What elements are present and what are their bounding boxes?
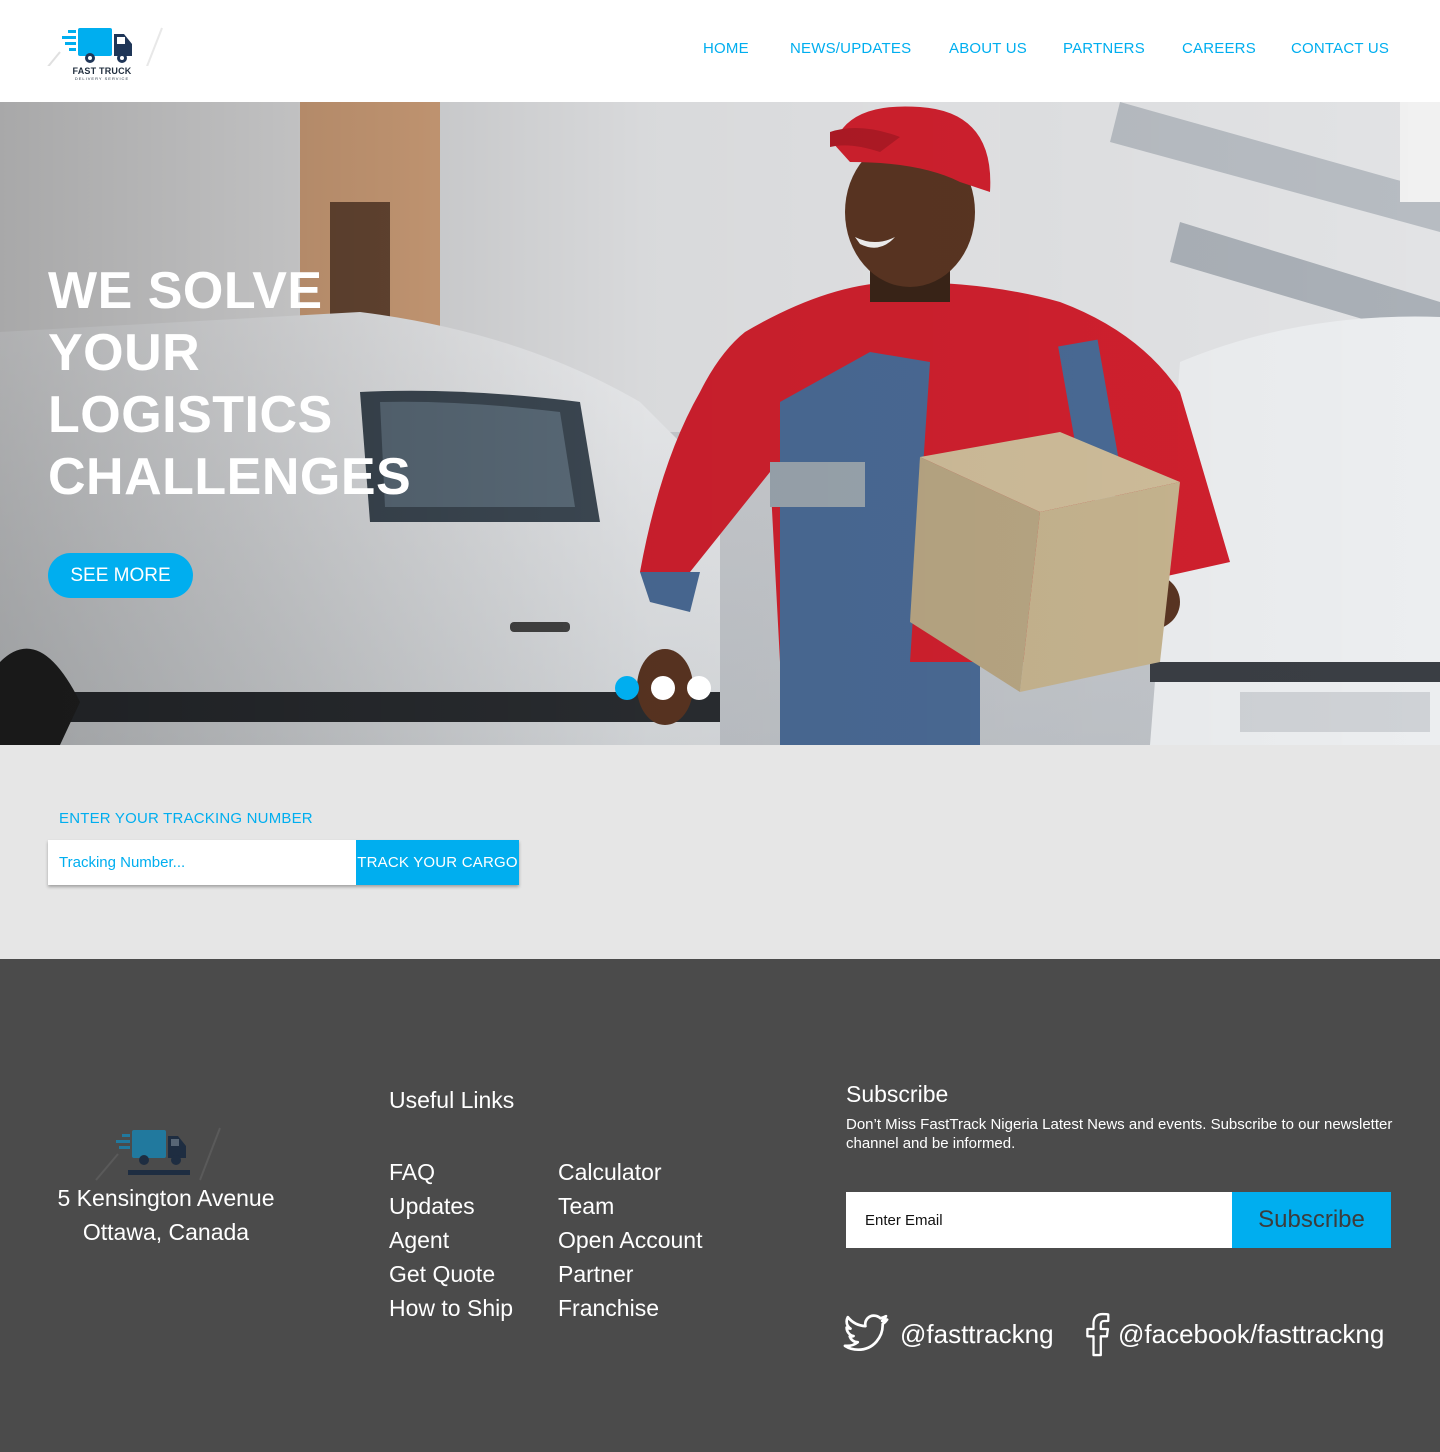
footer-link-calculator[interactable]: Calculator (558, 1155, 703, 1189)
footer-link-get-quote[interactable]: Get Quote (389, 1257, 513, 1291)
footer-link-agent[interactable]: Agent (389, 1223, 513, 1257)
nav-home[interactable]: HOME (703, 40, 749, 57)
useful-links-column-2: Calculator Team Open Account Partner Fra… (558, 1155, 703, 1325)
subscribe-heading: Subscribe (846, 1081, 949, 1107)
tracking-label: ENTER YOUR TRACKING NUMBER (59, 810, 313, 827)
nav-careers[interactable]: CAREERS (1182, 40, 1256, 57)
address-line: Ottawa, Canada (82, 1219, 250, 1245)
nav-partners[interactable]: PARTNERS (1063, 40, 1145, 57)
twitter-icon (843, 1314, 889, 1352)
facebook-handle: @facebook/fasttrackng (1118, 1318, 1385, 1349)
twitter-link[interactable]: @fasttrackng (840, 1309, 1054, 1359)
tracking-form: TRACK YOUR CARGO (48, 840, 519, 885)
address-line: 5 Kensington Avenue (57, 1185, 275, 1211)
footer-link-franchise[interactable]: Franchise (558, 1291, 703, 1325)
carousel-dot-3[interactable] (687, 676, 711, 700)
hero-headline-line: CHALLENGES (48, 448, 412, 506)
nav-contact-us[interactable]: CONTACT US (1291, 40, 1389, 57)
useful-links-heading: Useful Links (389, 1087, 515, 1113)
footer-link-updates[interactable]: Updates (389, 1189, 513, 1223)
footer-link-team[interactable]: Team (558, 1189, 703, 1223)
tracking-section: ENTER YOUR TRACKING NUMBER TRACK YOUR CA… (0, 745, 1440, 959)
twitter-handle: @fasttrackng (900, 1318, 1054, 1349)
hero-headline-line: LOGISTICS (48, 386, 333, 444)
hero-banner: WE SOLVE YOUR LOGISTICS CHALLENGES SEE M… (0, 102, 1440, 745)
footer-address: 5 Kensington Avenue Ottawa, Canada (40, 1181, 292, 1249)
subscribe-description: Don’t Miss FastTrack Nigeria Latest News… (846, 1116, 1393, 1152)
site-header: FAST TRUCK DELIVERY SERVICE HOME NEWS/UP… (0, 0, 1440, 102)
useful-links-column-1: FAQ Updates Agent Get Quote How to Ship (389, 1155, 513, 1325)
track-cargo-button[interactable]: TRACK YOUR CARGO (356, 840, 519, 885)
facebook-icon (1086, 1312, 1110, 1357)
subscribe-email-input[interactable] (846, 1192, 1232, 1248)
carousel-dot-1-active[interactable] (615, 676, 639, 700)
hero-headline-line: YOUR (48, 324, 201, 382)
nav-about-us[interactable]: ABOUT US (949, 40, 1027, 57)
logo-wordmark: FAST TRUCK (72, 66, 132, 76)
fast-truck-logo[interactable]: FAST TRUCK DELIVERY SERVICE (40, 22, 164, 82)
footer-link-open-account[interactable]: Open Account (558, 1223, 703, 1257)
hero-headline-line: WE SOLVE (48, 262, 323, 320)
footer-link-how-to-ship[interactable]: How to Ship (389, 1291, 513, 1325)
facebook-link[interactable]: @facebook/fasttrackng (1082, 1309, 1384, 1359)
footer-link-partner[interactable]: Partner (558, 1257, 703, 1291)
subscribe-button[interactable]: Subscribe (1232, 1192, 1391, 1248)
site-footer: 5 Kensington Avenue Ottawa, Canada Usefu… (0, 959, 1440, 1452)
hero-headline: WE SOLVE YOUR LOGISTICS CHALLENGES (48, 260, 448, 508)
logo-tagline: DELIVERY SERVICE (74, 76, 130, 81)
tracking-number-input[interactable] (48, 840, 356, 885)
see-more-button[interactable]: SEE MORE (48, 553, 193, 598)
footer-truck-logo-icon (95, 1127, 221, 1181)
carousel-dot-2[interactable] (651, 676, 675, 700)
footer-link-faq[interactable]: FAQ (389, 1155, 513, 1189)
truck-logo-icon (41, 27, 163, 75)
nav-news-updates[interactable]: NEWS/UPDATES (790, 40, 911, 57)
